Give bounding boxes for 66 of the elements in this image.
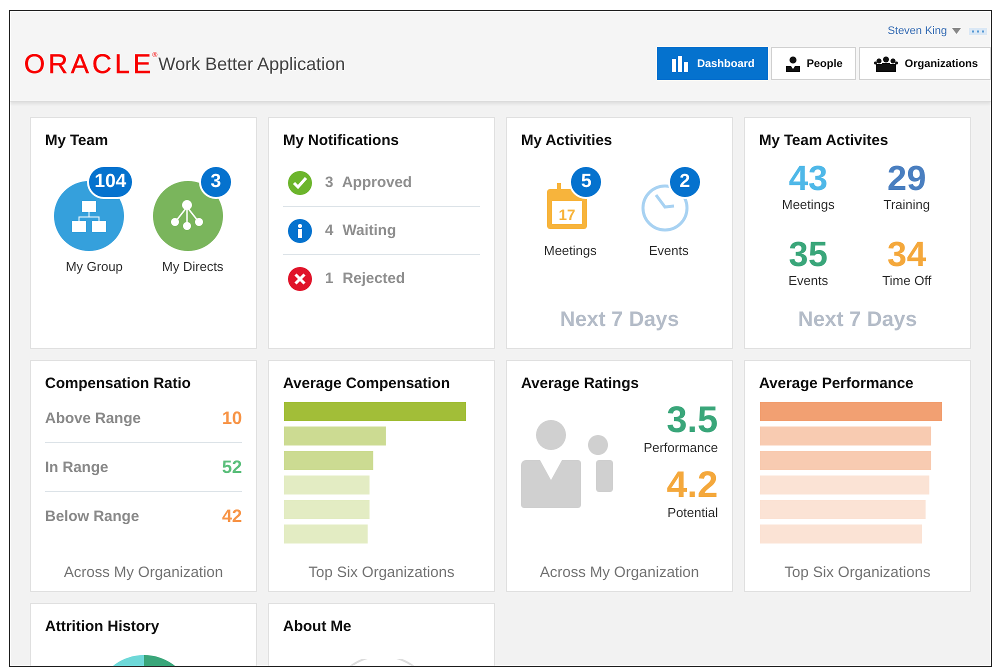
dashboard-card[interactable]: About Me bbox=[268, 603, 495, 666]
card-caption: Top Six Organizations bbox=[784, 564, 932, 581]
user-menu[interactable]: Steven King bbox=[888, 25, 961, 37]
range-count: 52 bbox=[222, 456, 242, 478]
card-caption: Across My Organization bbox=[538, 564, 700, 581]
nav-tab[interactable]: People bbox=[770, 47, 856, 80]
calendar-date: 17 bbox=[558, 207, 576, 224]
info-icon bbox=[287, 218, 313, 244]
nav-tab[interactable]: Organizations bbox=[858, 47, 991, 80]
bar-chart-icon bbox=[672, 56, 690, 72]
range-label: Above Range bbox=[45, 410, 141, 426]
app-title: Work Better Application bbox=[158, 52, 346, 76]
card-title: My Team bbox=[45, 131, 110, 151]
error-icon bbox=[287, 266, 313, 292]
dashboard-card[interactable]: Average Ratings 3.5 Performance 4.2 Potential Across My Organization bbox=[506, 360, 733, 592]
rating-value: 4.2 bbox=[666, 465, 718, 505]
period-label: Next 7 Days bbox=[558, 308, 680, 332]
card-title: Average Compensation bbox=[283, 374, 451, 394]
card-title: My Activities bbox=[521, 131, 614, 151]
count-badge: 5 bbox=[569, 165, 604, 199]
range-count: 10 bbox=[222, 408, 242, 428]
caret-icon bbox=[952, 28, 961, 34]
card-title: Average Ratings bbox=[521, 374, 640, 394]
dashboard-card[interactable]: My Team Activites 43 Meetings 29 Training 35 Events 34 Time Off Next 7 Days bbox=[744, 117, 971, 349]
rating-value: 3.5 bbox=[666, 400, 718, 440]
card-title: My Notifications bbox=[283, 131, 400, 151]
team-link[interactable]: My Directs bbox=[162, 259, 224, 274]
card-caption: Top Six Organizations bbox=[308, 564, 456, 581]
dashboard-card[interactable]: Attrition History bbox=[30, 603, 257, 666]
count-badge: 3 bbox=[198, 165, 233, 199]
count-badge: 2 bbox=[668, 165, 702, 199]
more-icon[interactable] bbox=[969, 28, 987, 34]
dashboard-card[interactable]: My Activities 17 5 Meetings 2 Events Next 7 Days bbox=[506, 117, 733, 349]
count-badge: 104 bbox=[86, 165, 134, 199]
dashboard-card[interactable]: Average Performance Top Six Organizations bbox=[744, 360, 971, 592]
card-title: My Team Activites bbox=[759, 131, 890, 151]
check-icon bbox=[287, 170, 313, 196]
dashboard-card[interactable]: Compensation Ratio Above Range 10 In Range 52 Below Range 42 Across My Organization bbox=[30, 360, 257, 592]
activity-label: Time Off bbox=[882, 272, 932, 288]
range-label: In Range bbox=[45, 458, 108, 476]
rating-label: Performance bbox=[644, 440, 718, 455]
period-label: Next 7 Days bbox=[796, 308, 918, 332]
group-icon bbox=[874, 56, 898, 72]
dashboard-card[interactable]: Average Compensation Top Six Organizations bbox=[268, 360, 495, 592]
range-count: 42 bbox=[222, 506, 242, 526]
activity-label: Training bbox=[884, 197, 930, 212]
activity-count: 43 bbox=[788, 161, 828, 197]
activity-count: 35 bbox=[788, 236, 828, 272]
nav-tab[interactable]: Dashboard bbox=[657, 47, 768, 80]
dashboard-card[interactable]: My Team 104 My Group 3 My Directs bbox=[30, 117, 257, 349]
rating-label: Potential bbox=[667, 505, 718, 520]
activity-label: Events bbox=[788, 272, 828, 288]
person-icon bbox=[786, 56, 800, 72]
card-title: Average Performance bbox=[759, 374, 915, 394]
people-icon bbox=[521, 420, 613, 508]
team-link[interactable]: My Group bbox=[66, 259, 123, 274]
card-title: Compensation Ratio bbox=[45, 374, 192, 394]
card-caption: Across My Organization bbox=[62, 564, 224, 581]
card-title: About Me bbox=[283, 617, 352, 637]
activity-count: 29 bbox=[887, 161, 926, 197]
activity-label[interactable]: Meetings bbox=[544, 243, 597, 258]
activity-label: Meetings bbox=[782, 197, 835, 212]
range-label: Below Range bbox=[45, 508, 140, 524]
activity-count: 34 bbox=[887, 236, 926, 272]
card-title: Attrition History bbox=[45, 617, 160, 637]
activity-label[interactable]: Events bbox=[648, 243, 689, 258]
